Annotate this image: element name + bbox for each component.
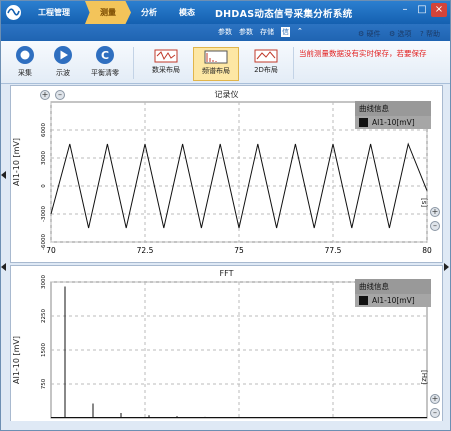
legend-entry[interactable]: AI1-10[mV]: [355, 294, 431, 307]
app-logo-icon: [6, 5, 21, 20]
layout-spectrum-button[interactable]: 频谱布局: [193, 47, 239, 81]
app-window: 工程管理 测量 分析 模态 DHDAS动态信号采集分析系统 – □ × 参数 参…: [0, 0, 451, 431]
x-axis-unit: [s]: [420, 198, 428, 208]
quick-access-bar: 参数 参数 存储 信 ⌃: [1, 24, 450, 41]
y-tick-label: -6000: [41, 234, 47, 250]
fft-chart-panel: FFT 750 1500 2250 3000 AI1-10 [mV] [Hz] 曲线信…: [10, 265, 443, 427]
recorder-chart-panel: 记录仪 + – 70 72.5 75 77.5 80 -6000 -3000 0 3000 600…: [10, 85, 443, 263]
help-icon: ?: [420, 30, 424, 38]
legend-entry[interactable]: AI1-10[mV]: [355, 116, 431, 129]
record-icon: [16, 46, 34, 64]
tab-label: 工程管理: [38, 8, 70, 17]
collapse-ribbon-icon[interactable]: ⌃: [297, 27, 303, 35]
minimize-button[interactable]: –: [397, 3, 413, 17]
layout-daq-label: 数采布局: [152, 66, 180, 74]
y-tick-label: 0: [41, 184, 47, 188]
unsaved-warning: 当前测量数据没有实时保存，若要保存: [299, 49, 427, 58]
legend-header: 曲线信息: [355, 279, 431, 294]
collapse-left-arrow-icon[interactable]: [1, 263, 6, 271]
ribbon-separator: [293, 47, 294, 79]
legend-swatch: [359, 118, 368, 127]
maximize-button[interactable]: □: [414, 3, 430, 17]
y-tick-label: 750: [41, 378, 47, 389]
tab-analysis[interactable]: 分析: [131, 1, 167, 24]
daq-layout-icon: [154, 49, 178, 63]
y-tick-label: -3000: [41, 206, 47, 222]
x-tick-label: 72.5: [137, 246, 154, 255]
pan-button[interactable]: +: [430, 207, 440, 217]
curve-legend[interactable]: 曲线信息 AI1-10[mV]: [355, 279, 431, 307]
legend-header: 曲线信息: [355, 101, 431, 116]
legend-swatch: [359, 296, 368, 305]
balance-zero-label: 平衡清零: [91, 69, 119, 77]
tab-label: 模态: [179, 8, 195, 17]
layout-2d-button[interactable]: 2D布局: [243, 47, 289, 81]
layout-spectrum-label: 频谱布局: [202, 67, 230, 75]
y-tick-label: 2250: [41, 309, 47, 323]
oscilloscope-button[interactable]: 示波: [45, 45, 81, 81]
ribbon-separator: [133, 47, 134, 79]
status-bar: [1, 421, 450, 430]
y-tick-label: 6000: [41, 123, 47, 137]
tab-measure[interactable]: 测量: [85, 1, 131, 24]
capture-label: 采集: [18, 69, 32, 77]
quick-param-2[interactable]: 参数: [239, 27, 253, 37]
capture-button[interactable]: 采集: [7, 45, 43, 81]
curve-legend[interactable]: 曲线信息 AI1-10[mV]: [355, 101, 431, 129]
hardware-label: 硬件: [366, 30, 381, 38]
y-tick-label: 3000: [41, 151, 47, 165]
y-axis-label: AI1-10 [mV]: [12, 137, 21, 186]
layout-daq-button[interactable]: 数采布局: [143, 47, 189, 81]
tab-project[interactable]: 工程管理: [25, 1, 83, 24]
x-axis-unit: [Hz]: [420, 370, 428, 385]
svg-text:C: C: [101, 49, 109, 62]
options-icon: ⚙: [389, 30, 396, 38]
hardware-button[interactable]: ⚙ 硬件: [358, 29, 381, 39]
y-tick-label: 1500: [41, 343, 47, 357]
hardware-icon: ⚙: [358, 30, 365, 38]
balance-icon: C: [96, 46, 114, 64]
title-bar: 工程管理 测量 分析 模态 DHDAS动态信号采集分析系统 – □ ×: [1, 1, 450, 24]
collapse-right-arrow-icon[interactable]: [444, 263, 449, 271]
tab-label: 分析: [141, 8, 157, 17]
2d-layout-icon: [254, 49, 278, 63]
balance-zero-button[interactable]: C 平衡清零: [87, 45, 123, 81]
legend-entry-label: AI1-10[mV]: [372, 118, 415, 127]
tab-label: 测量: [100, 8, 116, 17]
x-tick-label: 70: [46, 246, 56, 255]
window-title: DHDAS动态信号采集分析系统: [215, 9, 353, 20]
oscilloscope-label: 示波: [56, 69, 70, 77]
x-tick-label: 80: [422, 246, 432, 255]
layout-2d-label: 2D布局: [254, 66, 278, 74]
tab-modal[interactable]: 模态: [167, 1, 207, 24]
close-button[interactable]: ×: [431, 3, 447, 17]
quick-more[interactable]: 信: [281, 27, 290, 37]
pan-button[interactable]: –: [430, 221, 440, 231]
options-button[interactable]: ⚙ 选项: [389, 29, 412, 39]
collapse-left-arrow-icon[interactable]: [1, 171, 6, 179]
x-tick-label: 75: [234, 246, 244, 255]
pan-button[interactable]: +: [430, 394, 440, 404]
x-tick-label: 77.5: [325, 246, 342, 255]
y-axis-label: AI1-10 [mV]: [12, 335, 21, 384]
help-button[interactable]: ? 帮助: [420, 29, 440, 39]
play-icon: [54, 46, 72, 64]
legend-entry-label: AI1-10[mV]: [372, 296, 415, 305]
spectrum-layout-icon: [204, 50, 228, 64]
y-tick-label: 3000: [41, 275, 47, 289]
quick-param-1[interactable]: 参数: [218, 27, 232, 37]
pan-button[interactable]: –: [430, 408, 440, 418]
quick-storage[interactable]: 存储: [260, 27, 274, 37]
help-label: 帮助: [425, 30, 440, 38]
options-label: 选项: [397, 30, 412, 38]
